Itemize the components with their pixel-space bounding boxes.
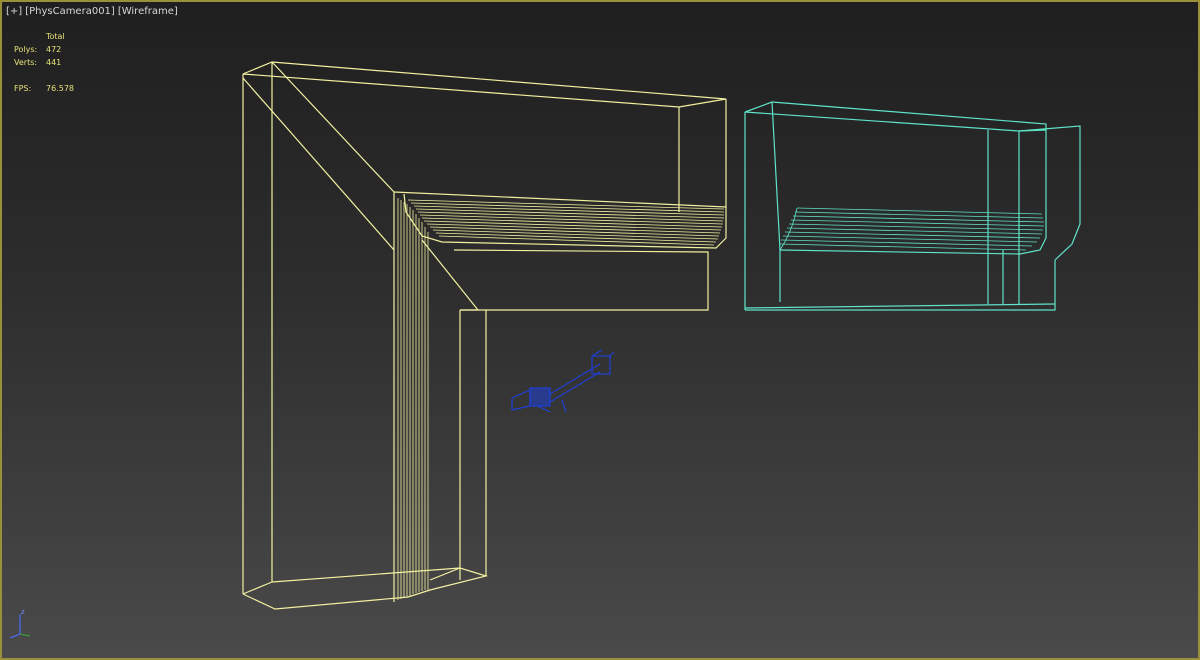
scene-canvas: z	[9, 61, 1081, 639]
straight-molding-wireframe[interactable]	[744, 101, 1081, 311]
viewport[interactable]: [+] [PhysCamera001] [Wireframe] Total Poly…	[0, 0, 1200, 660]
l-molding-profile-lines	[397, 198, 725, 600]
camera-icon[interactable]	[511, 349, 615, 413]
axis-gizmo-icon	[9, 614, 31, 639]
straight-molding-profile-lines	[779, 207, 1045, 251]
axis-z-label: z	[21, 608, 25, 616]
l-molding-wireframe[interactable]	[242, 61, 727, 610]
